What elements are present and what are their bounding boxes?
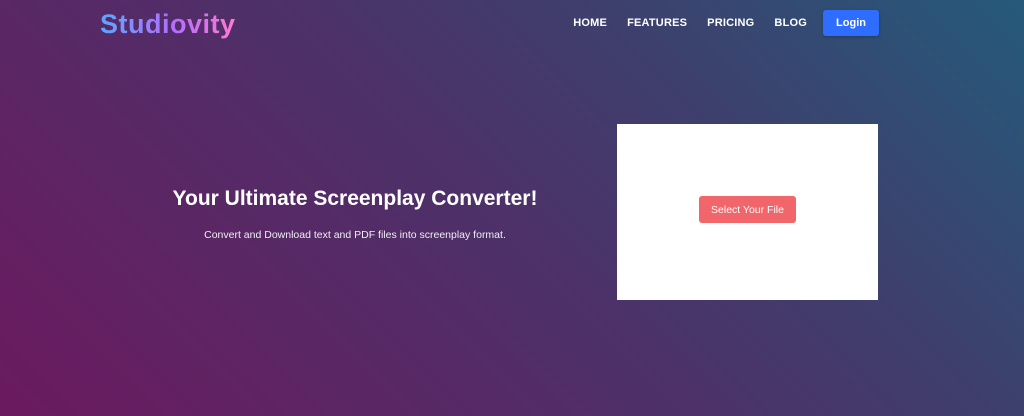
nav-item-features[interactable]: FEATURES xyxy=(627,17,687,29)
nav-item-home[interactable]: HOME xyxy=(573,17,607,29)
select-file-button[interactable]: Select Your File xyxy=(699,196,796,223)
nav-item-pricing[interactable]: PRICING xyxy=(707,17,754,29)
hero-title: Your Ultimate Screenplay Converter! xyxy=(172,187,538,210)
login-button[interactable]: Login xyxy=(823,10,879,36)
file-upload-panel: Select Your File xyxy=(617,124,878,300)
nav-item-blog[interactable]: BLOG xyxy=(774,17,807,29)
hero-subtitle: Convert and Download text and PDF files … xyxy=(204,229,506,241)
studiovity-logo[interactable]: Studiovity xyxy=(100,8,236,40)
main-navigation: HOME FEATURES PRICING BLOG Login xyxy=(573,10,879,36)
